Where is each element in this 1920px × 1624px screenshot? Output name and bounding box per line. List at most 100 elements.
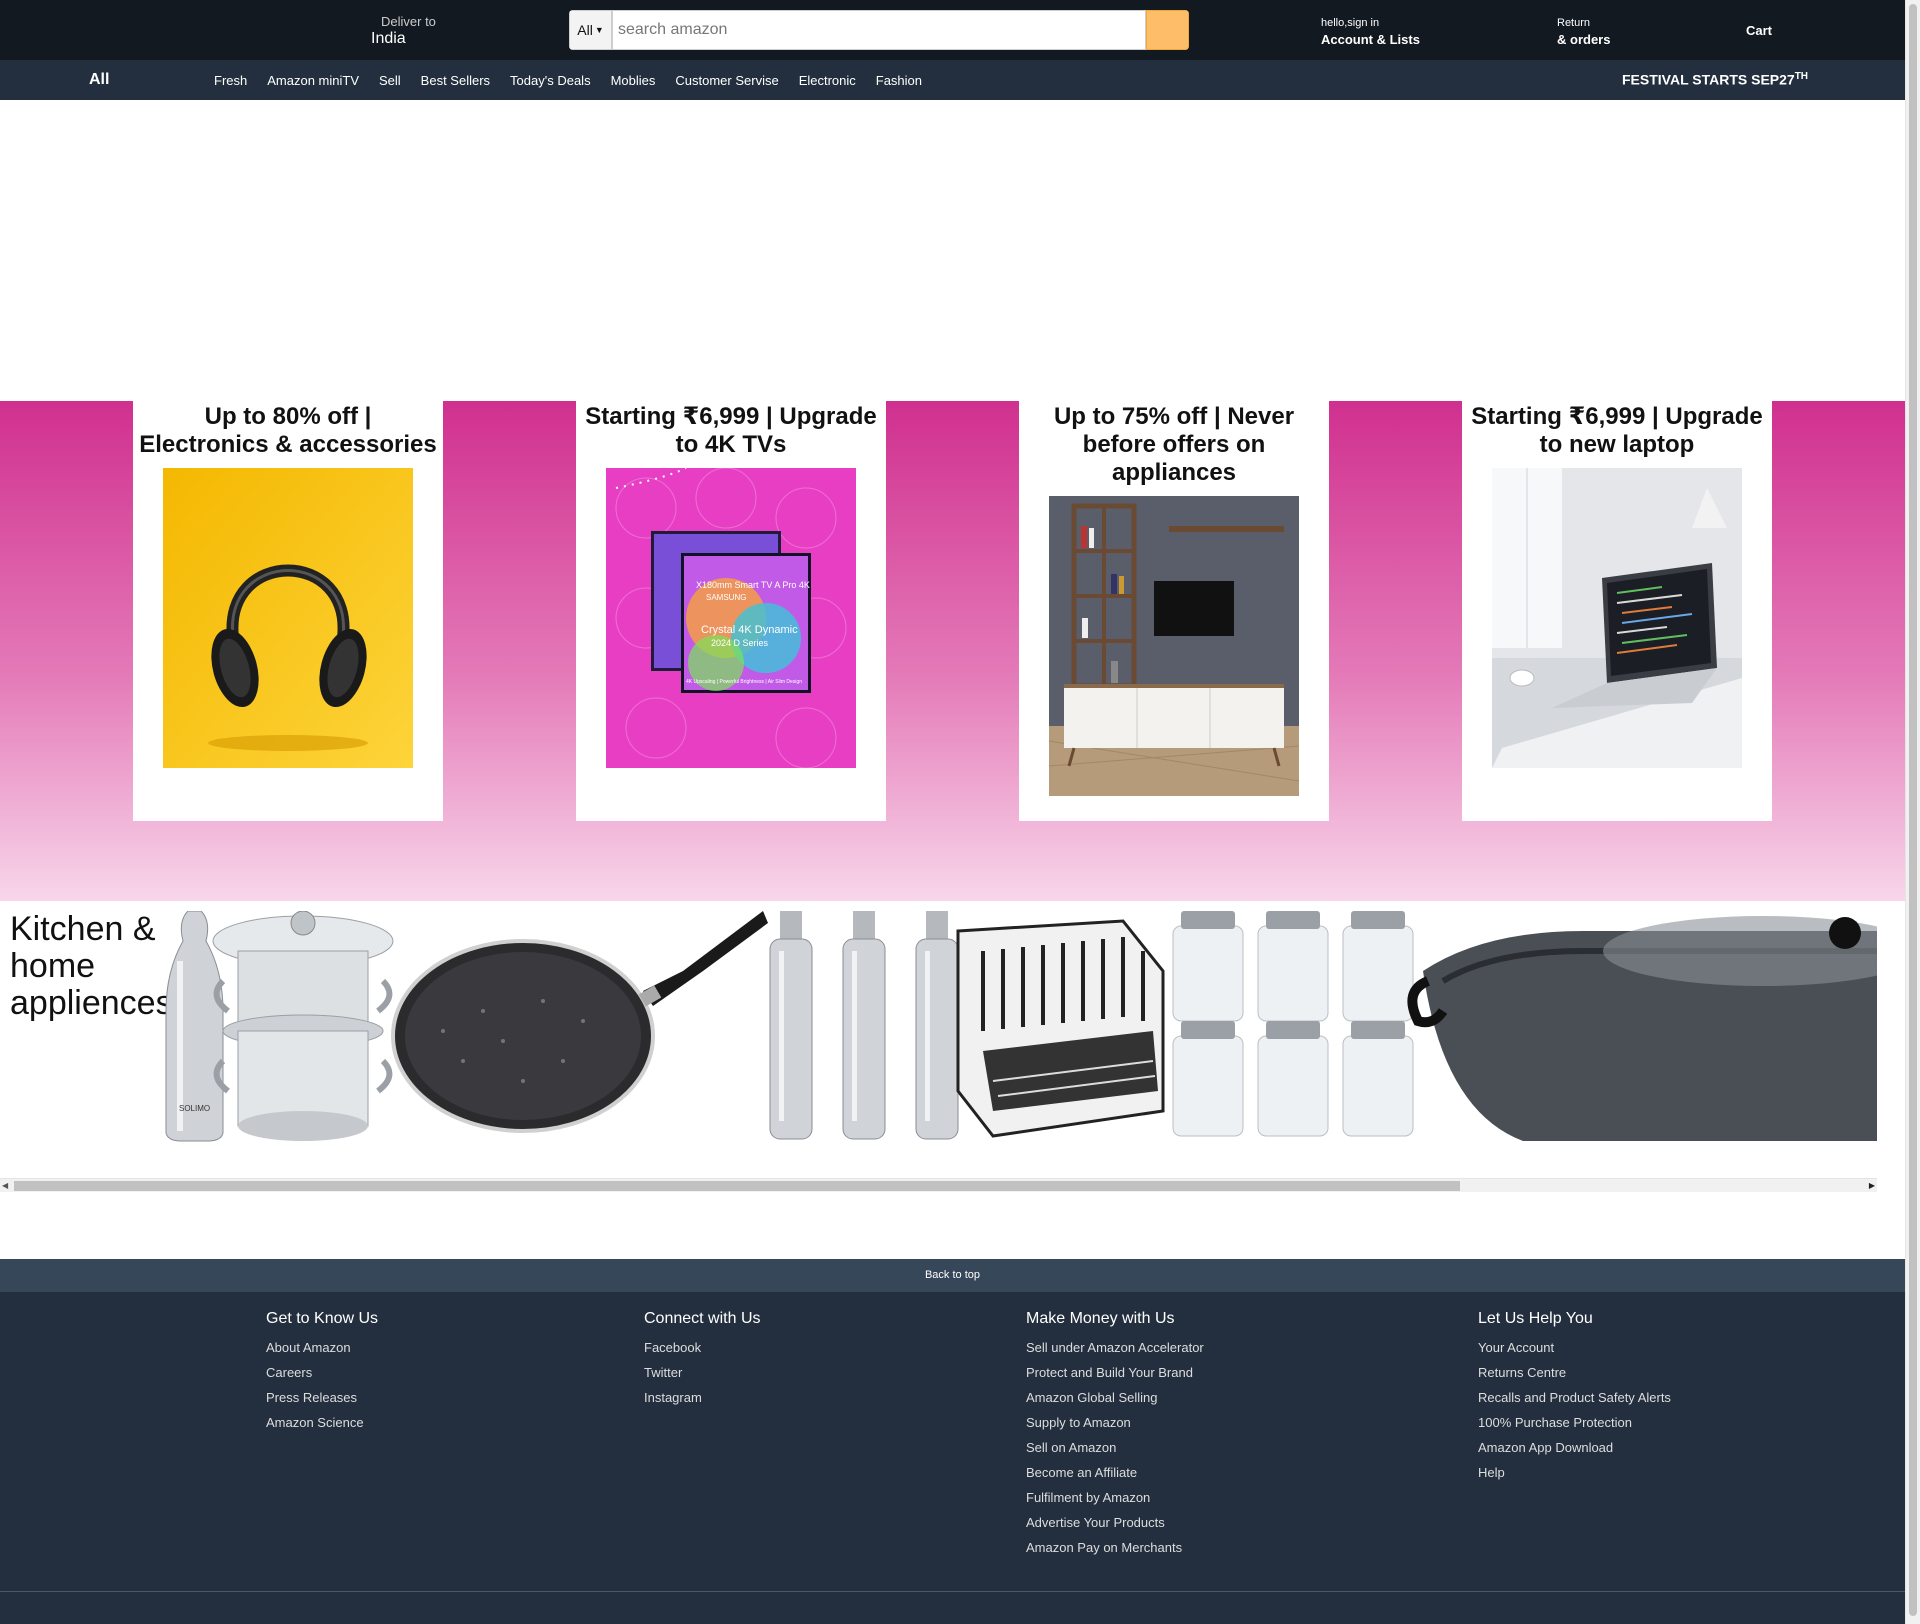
footer-link[interactable]: Press Releases [266, 1390, 378, 1406]
tv-image-text-title: Crystal 4K Dynamic [701, 624, 798, 636]
footer-column-help: Let Us Help You Your Account Returns Cen… [1478, 1310, 1671, 1490]
bottle-brand-text: SOLIMO [179, 1104, 210, 1113]
deal-card-title: Up to 80% off | Electronics & accessorie… [139, 403, 437, 458]
deal-card-title: Starting ₹6,999 | Upgrade to new laptop [1471, 403, 1763, 458]
deal-card-electronics[interactable]: Up to 80% off | Electronics & accessorie… [133, 401, 443, 821]
search-button[interactable] [1146, 10, 1189, 50]
tv-image: X180mm Smart TV A Pro 4K SAMSUNG Crystal… [606, 468, 856, 768]
kitchen-section: Kitchen & home appliences SOLIMO ◀ ▶ [0, 901, 1905, 1192]
footer-link[interactable]: Become an Affiliate [1026, 1465, 1204, 1481]
subnav-link-mobiles[interactable]: Moblies [611, 73, 656, 88]
page-vertical-scrollbar[interactable] [1905, 0, 1920, 1624]
deliver-location: India [371, 30, 406, 47]
search-input[interactable]: search amazon [612, 10, 1146, 50]
footer-link[interactable]: 100% Purchase Protection [1478, 1415, 1671, 1431]
steamer-pot-image[interactable] [212, 911, 394, 1141]
kitchen-section-title: Kitchen & home appliences [10, 910, 173, 1022]
glass-jars-image[interactable] [1172, 911, 1414, 1137]
tv-image-text-brand: SAMSUNG [706, 593, 746, 602]
top-navbar: Deliver to India All ▼ search amazon hel… [0, 0, 1905, 60]
kitchen-product-strip[interactable]: SOLIMO [163, 911, 1877, 1143]
footer-link[interactable]: Returns Centre [1478, 1365, 1671, 1381]
footer-link-facebook[interactable]: Facebook [644, 1340, 761, 1356]
tv-image-text-model: X180mm Smart TV A Pro 4K [696, 580, 810, 590]
subnav-link-todays-deals[interactable]: Today's Deals [510, 73, 591, 88]
subnav-link-customer-service[interactable]: Customer Servise [675, 73, 778, 88]
festival-sup: TH [1794, 71, 1809, 82]
subnav-link-fresh[interactable]: Fresh [214, 73, 247, 88]
scroll-left-arrow-icon[interactable]: ◀ [2, 1181, 8, 1190]
footer-column-make-money: Make Money with Us Sell under Amazon Acc… [1026, 1310, 1204, 1565]
subnav-links: Fresh Amazon miniTV Sell Best Sellers To… [214, 73, 922, 88]
footer-link[interactable]: Help [1478, 1465, 1671, 1481]
returns-label: Return [1557, 17, 1591, 29]
tv-image-text-series: 2024 D Series [711, 638, 769, 648]
dish-rack-image[interactable] [956, 919, 1165, 1138]
footer-column-title: Let Us Help You [1478, 1310, 1593, 1327]
cart-button[interactable]: Cart [1746, 23, 1772, 38]
tv-unit-image [1049, 496, 1299, 796]
footer-link[interactable]: Recalls and Product Safety Alerts [1478, 1390, 1671, 1406]
deliver-label: Deliver to [381, 14, 436, 29]
footer-link[interactable]: Protect and Build Your Brand [1026, 1365, 1204, 1381]
subnav-link-minitv[interactable]: Amazon miniTV [267, 73, 359, 88]
footer-link[interactable]: Sell on Amazon [1026, 1440, 1204, 1456]
all-menu-button[interactable]: All [89, 71, 109, 89]
footer-column-connect: Connect with Us Facebook Twitter Instagr… [644, 1310, 761, 1415]
subnav-link-fashion[interactable]: Fashion [876, 73, 922, 88]
footer-link[interactable]: Your Account [1478, 1340, 1671, 1356]
footer-link-twitter[interactable]: Twitter [644, 1365, 761, 1381]
back-to-top-button[interactable]: Back to top [0, 1259, 1905, 1292]
kadai-pan-image[interactable] [1407, 916, 1877, 1141]
footer-column-title: Get to Know Us [266, 1310, 379, 1327]
deal-card-title: Up to 75% off | Never before offers on a… [1053, 403, 1295, 486]
footer-link[interactable]: Amazon Pay on Merchants [1026, 1540, 1204, 1556]
search-bar: All ▼ search amazon [569, 10, 1189, 50]
bottle-set-image[interactable] [769, 911, 959, 1140]
footer-link[interactable]: Advertise Your Products [1026, 1515, 1204, 1531]
footer-column-title: Connect with Us [644, 1310, 761, 1327]
subnav-link-electronic[interactable]: Electronic [799, 73, 856, 88]
laptop-image [1492, 468, 1742, 768]
subnav-link-sell[interactable]: Sell [379, 73, 401, 88]
account-greeting: hello,sign in [1321, 17, 1380, 29]
hero-banner: Up to 80% off | Electronics & accessorie… [0, 401, 1905, 901]
deal-card-appliances[interactable]: Up to 75% off | Never before offers on a… [1019, 401, 1329, 821]
deliver-to-button[interactable]: Deliver to India [371, 14, 436, 48]
footer-link[interactable]: Fulfilment by Amazon [1026, 1490, 1204, 1506]
orders-label: & orders [1557, 32, 1611, 47]
footer-link[interactable]: About Amazon [266, 1340, 378, 1356]
footer-link-instagram[interactable]: Instagram [644, 1390, 761, 1406]
headphones-image [163, 468, 413, 768]
scrollbar-thumb[interactable] [1909, 4, 1917, 1616]
festival-banner-text: FESTIVAL STARTS SEP27TH [1622, 71, 1808, 88]
deal-card-laptops[interactable]: Starting ₹6,999 | Upgrade to new laptop [1462, 401, 1772, 821]
account-label: Account & Lists [1321, 32, 1420, 47]
footer: Get to Know Us About Amazon Careers Pres… [0, 1292, 1905, 1624]
scrollbar-thumb[interactable] [14, 1181, 1460, 1191]
chevron-down-icon: ▼ [594, 25, 604, 35]
footer-link[interactable]: Supply to Amazon [1026, 1415, 1204, 1431]
footer-link[interactable]: Amazon Global Selling [1026, 1390, 1204, 1406]
search-category-select[interactable]: All ▼ [569, 10, 612, 50]
footer-link[interactable]: Careers [266, 1365, 378, 1381]
footer-link[interactable]: Amazon App Download [1478, 1440, 1671, 1456]
footer-link[interactable]: Sell under Amazon Accelerator [1026, 1340, 1204, 1356]
footer-divider [0, 1591, 1905, 1592]
scroll-right-arrow-icon[interactable]: ▶ [1869, 1181, 1875, 1190]
festival-text: FESTIVAL STARTS SEP27 [1622, 71, 1795, 88]
frying-pan-image[interactable] [391, 911, 768, 1133]
subnav-link-best-sellers[interactable]: Best Sellers [421, 73, 490, 88]
footer-column-get-to-know: Get to Know Us About Amazon Careers Pres… [266, 1310, 378, 1440]
footer-column-title: Make Money with Us [1026, 1310, 1175, 1327]
search-category-value: All [577, 22, 593, 38]
account-lists-button[interactable]: hello,sign in Account & Lists [1321, 17, 1420, 47]
footer-link[interactable]: Amazon Science [266, 1415, 378, 1431]
sub-navbar: All Fresh Amazon miniTV Sell Best Seller… [0, 60, 1905, 100]
deal-card-tvs[interactable]: Starting ₹6,999 | Upgrade to 4K TVs X180… [576, 401, 886, 821]
returns-orders-button[interactable]: Return & orders [1557, 17, 1610, 47]
page-main: Deliver to India All ▼ search amazon hel… [0, 0, 1905, 1624]
tv-image-text-features: 4K Upscaling | Powerful Brightness | Air… [686, 679, 802, 685]
kitchen-horizontal-scrollbar[interactable]: ◀ ▶ [0, 1178, 1877, 1192]
deal-card-title: Starting ₹6,999 | Upgrade to 4K TVs [585, 403, 877, 458]
